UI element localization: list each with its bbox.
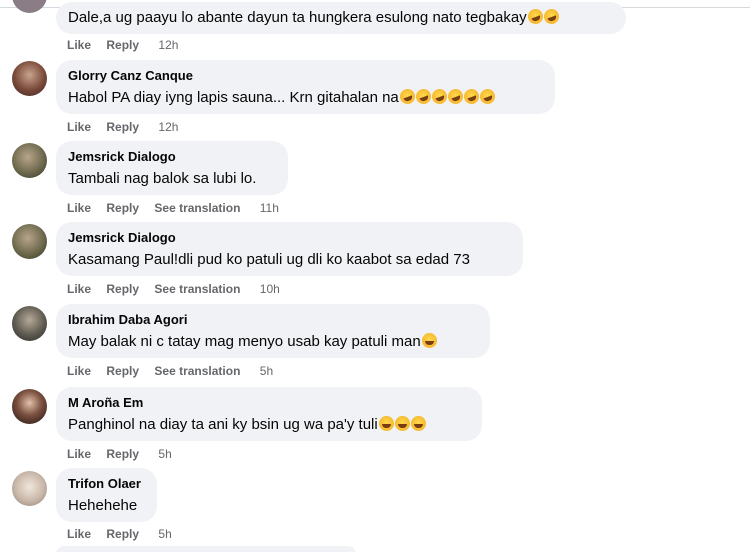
comment-timestamp[interactable]: 5h xyxy=(158,527,171,541)
comment-text-content: Habol PA diay iyng lapis sauna... Krn gi… xyxy=(68,89,399,106)
rofl-emoji-icon xyxy=(541,6,561,27)
laughing-emoji-icon xyxy=(410,416,426,431)
comment-timestamp[interactable]: 12h xyxy=(158,38,178,52)
comment-bubble: Dale,a ug paayu lo abante dayun ta hungk… xyxy=(56,2,626,34)
comment-bubble: Trifon Olaer Hehehehe xyxy=(56,468,157,522)
rofl-emoji-icon xyxy=(413,86,433,107)
comment-actions: Like Reply See translation 5h xyxy=(67,364,273,378)
rofl-emoji-icon xyxy=(525,6,545,27)
comment-author[interactable]: Trifon Olaer xyxy=(68,476,141,491)
reply-button[interactable]: Reply xyxy=(106,201,139,215)
rofl-emoji-icon xyxy=(429,86,449,107)
like-button[interactable]: Like xyxy=(67,364,91,378)
reply-button[interactable]: Reply xyxy=(106,120,139,134)
like-button[interactable]: Like xyxy=(67,201,91,215)
like-button[interactable]: Like xyxy=(67,120,91,134)
comment-timestamp[interactable]: 5h xyxy=(260,364,273,378)
comment-text-content: May balak ni c tatay mag menyo usab kay … xyxy=(68,333,421,350)
laughing-emoji-icon xyxy=(378,416,394,431)
comment-actions: Like Reply 5h xyxy=(67,447,172,461)
comment-text: Dale,a ug paayu lo abante dayun ta hungk… xyxy=(68,6,561,27)
rofl-emoji-icon xyxy=(397,86,417,107)
see-translation-button[interactable]: See translation xyxy=(154,201,240,215)
comment-actions: Like Reply 12h xyxy=(67,38,178,52)
rofl-emoji-icon xyxy=(461,86,481,107)
comment-actions: Like Reply See translation 11h xyxy=(67,201,279,215)
comment-bubble: Ibrahim Daba Agori May balak ni c tatay … xyxy=(56,304,490,358)
rofl-emoji-icon xyxy=(445,86,465,107)
comment-author[interactable]: Jemsrick Dialogo xyxy=(68,149,176,164)
comment-actions: Like Reply 5h xyxy=(67,527,172,541)
avatar[interactable] xyxy=(12,224,47,259)
comment-author[interactable]: Glorry Canz Canque xyxy=(68,68,193,83)
like-button[interactable]: Like xyxy=(67,38,91,52)
avatar[interactable] xyxy=(12,306,47,341)
laughing-emoji-icon xyxy=(394,416,410,431)
see-translation-button[interactable]: See translation xyxy=(154,364,240,378)
comment-author[interactable]: M Aroña Em xyxy=(68,395,143,410)
like-button[interactable]: Like xyxy=(67,527,91,541)
see-translation-button[interactable]: See translation xyxy=(154,282,240,296)
comment-text: May balak ni c tatay mag menyo usab kay … xyxy=(68,333,437,350)
next-comment-bubble xyxy=(56,546,356,552)
comment-author[interactable]: Ibrahim Daba Agori xyxy=(68,312,187,327)
comment-bubble: Jemsrick Dialogo Kasamang Paul!dli pud k… xyxy=(56,222,523,276)
avatar[interactable] xyxy=(12,389,47,424)
comment-thread: Dale,a ug paayu lo abante dayun ta hungk… xyxy=(0,0,750,552)
comment-text: Hehehehe xyxy=(68,497,138,514)
reply-button[interactable]: Reply xyxy=(106,38,139,52)
reply-button[interactable]: Reply xyxy=(106,364,139,378)
avatar[interactable] xyxy=(12,143,47,178)
comment-text: Tambali nag balok sa lubi lo. xyxy=(68,170,257,187)
comment-author[interactable]: Jemsrick Dialogo xyxy=(68,230,176,245)
comment-bubble: M Aroña Em Panghinol na diay ta ani ky b… xyxy=(56,387,482,441)
comment-text-content: Dale,a ug paayu lo abante dayun ta hungk… xyxy=(68,9,527,26)
reply-button[interactable]: Reply xyxy=(106,447,139,461)
reply-button[interactable]: Reply xyxy=(106,282,139,296)
comment-text: Panghinol na diay ta ani ky bsin ug wa p… xyxy=(68,416,426,433)
rofl-emoji-icon xyxy=(477,86,497,107)
avatar[interactable] xyxy=(12,0,47,13)
comment-timestamp[interactable]: 10h xyxy=(260,282,280,296)
like-button[interactable]: Like xyxy=(67,447,91,461)
comment-text-content: Panghinol na diay ta ani ky bsin ug wa p… xyxy=(68,416,378,433)
avatar[interactable] xyxy=(12,61,47,96)
comment-timestamp[interactable]: 11h xyxy=(260,201,279,215)
reply-button[interactable]: Reply xyxy=(106,527,139,541)
comment-text: Habol PA diay iyng lapis sauna... Krn gi… xyxy=(68,86,497,107)
comment-actions: Like Reply 12h xyxy=(67,120,178,134)
grin-emoji-icon xyxy=(421,333,437,348)
comment-text: Kasamang Paul!dli pud ko patuli ug dli k… xyxy=(68,251,470,268)
avatar[interactable] xyxy=(12,471,47,506)
comment-bubble: Jemsrick Dialogo Tambali nag balok sa lu… xyxy=(56,141,288,195)
comment-timestamp[interactable]: 5h xyxy=(158,447,171,461)
comment-bubble: Glorry Canz Canque Habol PA diay iyng la… xyxy=(56,60,555,114)
like-button[interactable]: Like xyxy=(67,282,91,296)
comment-actions: Like Reply See translation 10h xyxy=(67,282,280,296)
comment-timestamp[interactable]: 12h xyxy=(158,120,178,134)
